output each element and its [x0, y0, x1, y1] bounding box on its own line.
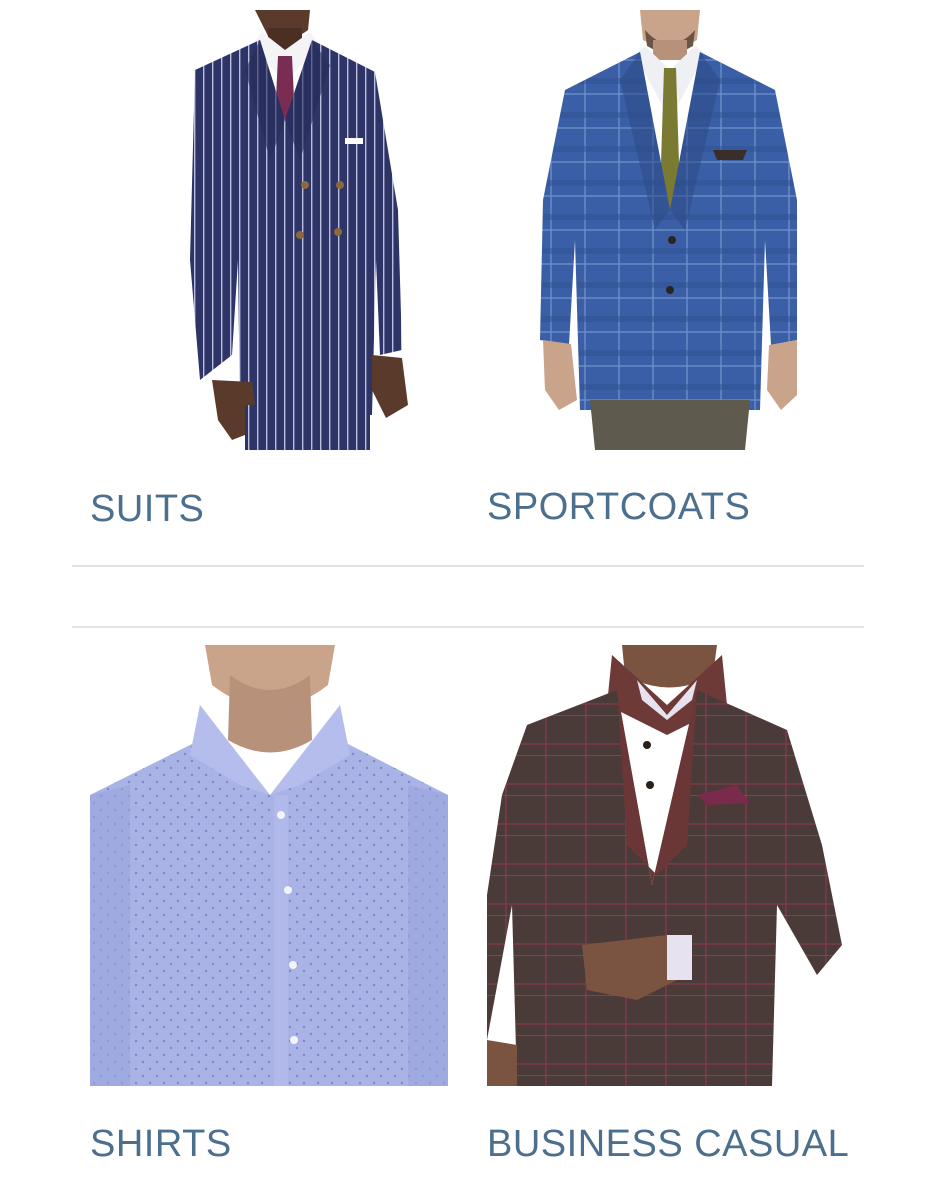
sportcoats-product-image[interactable] — [535, 10, 805, 450]
category-tile-business-casual[interactable]: BUSINESS CASUAL — [487, 645, 887, 1185]
sportcoats-label[interactable]: SPORTCOATS — [487, 488, 750, 526]
shirts-product-image[interactable] — [90, 645, 448, 1086]
row-divider-top — [72, 565, 864, 567]
category-tile-sportcoats[interactable]: SPORTCOATS — [487, 10, 847, 550]
shirts-label[interactable]: SHIRTS — [90, 1125, 232, 1163]
business-casual-product-image[interactable] — [487, 645, 847, 1086]
business-casual-label[interactable]: BUSINESS CASUAL — [487, 1125, 849, 1163]
suits-product-image[interactable] — [140, 10, 410, 450]
category-tile-shirts[interactable]: SHIRTS — [90, 645, 450, 1185]
suits-label[interactable]: SUITS — [90, 490, 204, 528]
category-tile-suits[interactable]: SUITS — [90, 10, 450, 550]
row-divider-bottom — [72, 626, 864, 628]
